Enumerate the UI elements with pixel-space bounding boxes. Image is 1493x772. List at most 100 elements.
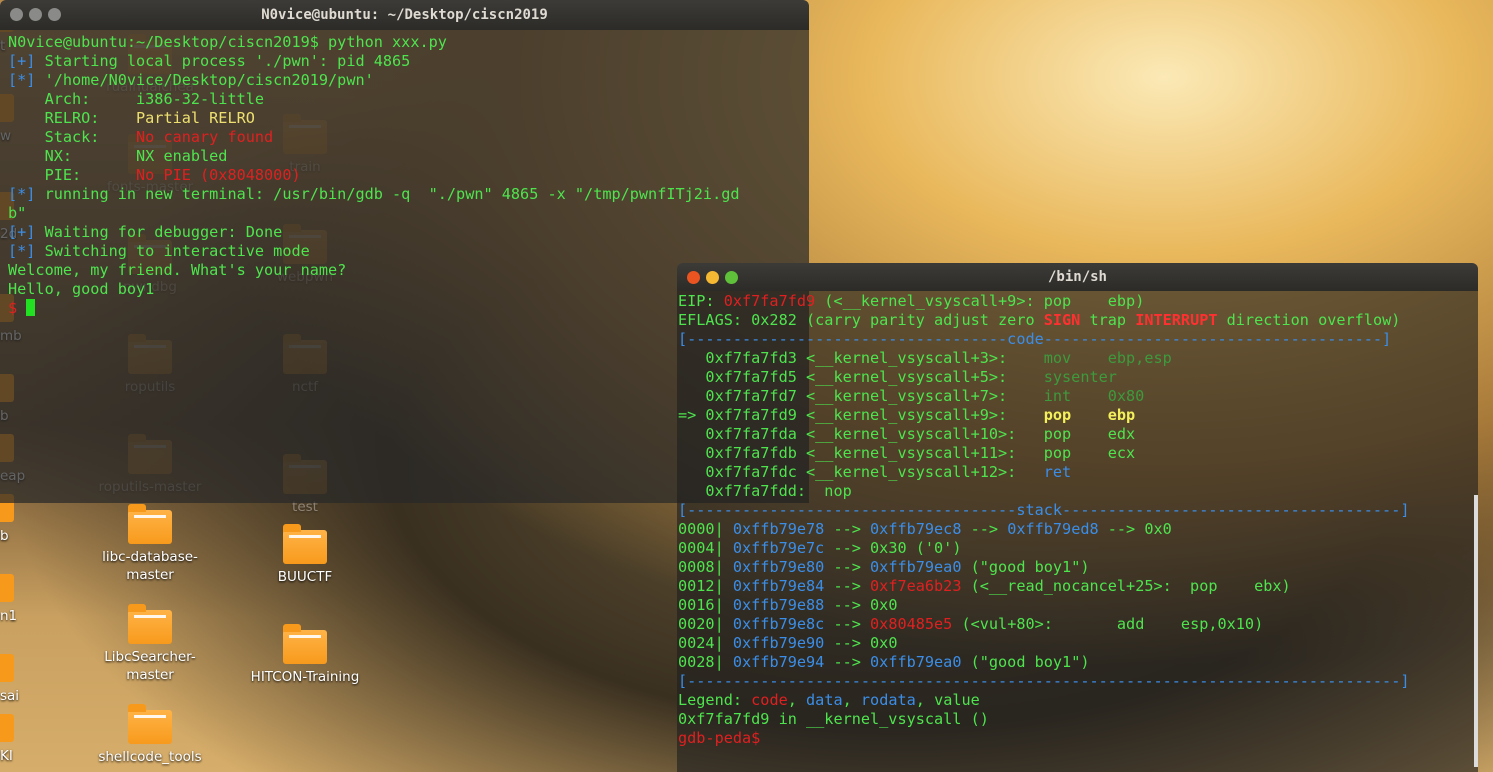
terminal-text: 0xf7fa7fd7 <__kernel_vsyscall+7>: bbox=[678, 387, 1044, 405]
terminal-text: NX: NX enabled bbox=[8, 147, 228, 165]
desktop-folder-icon[interactable]: shellcode_tools bbox=[85, 704, 215, 766]
terminal-line: 0004| 0xffb79e7c --> 0x30 ('0') bbox=[678, 539, 1478, 558]
close-button[interactable] bbox=[10, 8, 23, 21]
terminal-text: --> bbox=[824, 577, 871, 595]
terminal-text: N0vice@ubuntu:~/Desktop/ciscn2019$ pytho… bbox=[8, 33, 447, 51]
terminal-text: code bbox=[751, 691, 788, 709]
terminal-text: 0008| bbox=[678, 558, 733, 576]
terminal-line: NX: NX enabled bbox=[8, 147, 809, 166]
terminal-text: running in new terminal: /usr/bin/gdb -q… bbox=[35, 185, 740, 203]
folder-icon[interactable] bbox=[0, 714, 14, 742]
minimize-button[interactable] bbox=[706, 271, 719, 284]
terminal-line: b" bbox=[8, 204, 809, 223]
terminal-text: int 0x80 bbox=[1043, 387, 1145, 405]
folder-label: HITCON-Training bbox=[250, 669, 360, 685]
scrollbar[interactable] bbox=[1474, 495, 1478, 767]
desktop-folder-icon[interactable]: BUUCTF bbox=[240, 524, 370, 586]
gdb-output[interactable]: EIP: 0xf7fa7fd9 (<__kernel_vsyscall+9>: … bbox=[677, 291, 1478, 772]
terminal-text: --> 0x0 bbox=[1098, 520, 1172, 538]
terminal-text: --> 0x30 ('0') bbox=[824, 539, 962, 557]
terminal-line: Legend: code, data, rodata, value bbox=[678, 691, 1478, 710]
terminal-text: (<vul+80>: add esp,0x10) bbox=[952, 615, 1264, 633]
close-button[interactable] bbox=[687, 271, 700, 284]
terminal-text: [*] bbox=[8, 242, 36, 260]
desktop-folder-icon[interactable]: libc-database- master bbox=[85, 504, 215, 584]
terminal-text: RELRO: bbox=[8, 109, 137, 127]
terminal-line: 0xf7fa7fdd: nop bbox=[678, 482, 1478, 501]
terminal-text: 0x80485e5 bbox=[870, 615, 953, 633]
terminal-text: direction overflow) bbox=[1217, 311, 1401, 329]
maximize-button[interactable] bbox=[48, 8, 61, 21]
terminal-text: [*] bbox=[8, 71, 36, 89]
terminal-line: [*] '/home/N0vice/Desktop/ciscn2019/pwn' bbox=[8, 71, 809, 90]
folder-label: LibcSearcher- master bbox=[104, 649, 196, 683]
terminal-text: 0020| bbox=[678, 615, 733, 633]
terminal-line: 0xf7fa7fd3 <__kernel_vsyscall+3>: mov eb… bbox=[678, 349, 1478, 368]
terminal-titlebar[interactable]: /bin/sh bbox=[677, 263, 1478, 291]
terminal-line: 0008| 0xffb79e80 --> 0xffb79ea0 ("good b… bbox=[678, 558, 1478, 577]
terminal-text: 0xf7fa7fdd: nop bbox=[678, 482, 852, 500]
desktop-folder-icon[interactable]: LibcSearcher- master bbox=[85, 604, 215, 684]
folder-icon[interactable] bbox=[0, 574, 14, 602]
terminal-text: , bbox=[842, 691, 861, 709]
terminal-text: Switching to interactive mode bbox=[35, 242, 310, 260]
folder-label: n1 bbox=[0, 608, 18, 624]
terminal-text: 0xf7fa7fd5 <__kernel_vsyscall+5>: bbox=[678, 368, 1044, 386]
desktop-folder-icon[interactable]: HITCON-Training bbox=[240, 624, 370, 686]
minimize-button[interactable] bbox=[29, 8, 42, 21]
terminal-text: 0xf7fa7fd3 <__kernel_vsyscall+3>: bbox=[678, 349, 1044, 367]
folder-label: KI bbox=[0, 748, 13, 764]
terminal-text: Legend: bbox=[678, 691, 752, 709]
maximize-button[interactable] bbox=[725, 271, 738, 284]
terminal-text: pop ebp) bbox=[1034, 292, 1145, 310]
folder-icon[interactable] bbox=[0, 654, 14, 682]
terminal-text: 0xf7fa7fdc <__kernel_vsyscall+12>: bbox=[678, 463, 1044, 481]
terminal-text: Starting local process './pwn': pid 4865 bbox=[35, 52, 411, 70]
terminal-line: 0xf7fa7fdc <__kernel_vsyscall+12>: ret bbox=[678, 463, 1478, 482]
terminal-text: 0xffb79e80 bbox=[732, 558, 825, 576]
terminal-text: 0xffb79e84 bbox=[732, 577, 825, 595]
terminal-line: EIP: 0xf7fa7fd9 (<__kernel_vsyscall+9>: … bbox=[678, 292, 1478, 311]
terminal-text: [---------------------------------------… bbox=[678, 672, 1410, 690]
terminal-text: pop ebp bbox=[1043, 406, 1136, 424]
terminal-line: EFLAGS: 0x282 (carry parity adjust zero … bbox=[678, 311, 1478, 330]
window-title: /bin/sh bbox=[1047, 269, 1107, 285]
folder-icon bbox=[128, 704, 172, 744]
terminal-line: 0xf7fa7fdb <__kernel_vsyscall+11>: pop e… bbox=[678, 444, 1478, 463]
terminal-text: 0xffb79e90 bbox=[732, 634, 825, 652]
terminal-text: Welcome, my friend. What's your name? bbox=[8, 261, 347, 279]
terminal-line: 0028| 0xffb79e94 --> 0xffb79ea0 ("good b… bbox=[678, 653, 1478, 672]
folder-label: BUUCTF bbox=[277, 569, 333, 585]
terminal-text: '/home/N0vice/Desktop/ciscn2019/pwn' bbox=[35, 71, 374, 89]
terminal-text: sysenter bbox=[1043, 368, 1117, 386]
terminal-text: (<__kernel_vsyscall+9>: bbox=[815, 292, 1035, 310]
terminal-line: Arch: i386-32-little bbox=[8, 90, 809, 109]
terminal-text: --> 0x0 bbox=[824, 634, 898, 652]
terminal-text: 0xffb79ed8 bbox=[1007, 520, 1099, 538]
terminal-line: [*] Switching to interactive mode bbox=[8, 242, 809, 261]
terminal-text: trap bbox=[1080, 311, 1136, 329]
terminal-text: Stack: bbox=[8, 128, 137, 146]
terminal-window-gdb[interactable]: /bin/sh EIP: 0xf7fa7fd9 (<__kernel_vsysc… bbox=[677, 263, 1478, 772]
terminal-text: ("good boy1") bbox=[961, 558, 1090, 576]
terminal-text: Arch: i386-32-little bbox=[8, 90, 265, 108]
terminal-text: Waiting for debugger: Done bbox=[35, 223, 283, 241]
terminal-line: N0vice@ubuntu:~/Desktop/ciscn2019$ pytho… bbox=[8, 33, 809, 52]
terminal-titlebar[interactable]: N0vice@ubuntu: ~/Desktop/ciscn2019 bbox=[0, 0, 809, 30]
folder-label: shellcode_tools bbox=[98, 749, 202, 765]
terminal-text: 0004| bbox=[678, 539, 733, 557]
terminal-text: 0xf7fa7fd9 bbox=[723, 292, 816, 310]
terminal-text: 0012| bbox=[678, 577, 733, 595]
folder-label: libc-database- master bbox=[102, 549, 198, 583]
terminal-text: Partial RELRO bbox=[136, 109, 255, 127]
terminal-line: [*] running in new terminal: /usr/bin/gd… bbox=[8, 185, 809, 204]
terminal-text: INTERRUPT bbox=[1135, 311, 1218, 329]
terminal-line: 0xf7fa7fda <__kernel_vsyscall+10>: pop e… bbox=[678, 425, 1478, 444]
terminal-line: [------------------------------------sta… bbox=[678, 501, 1478, 520]
terminal-line: [+] Waiting for debugger: Done bbox=[8, 223, 809, 242]
terminal-text: Hello, good boy1 bbox=[8, 280, 155, 298]
terminal-line: 0xf7fa7fd9 in __kernel_vsyscall () bbox=[678, 710, 1478, 729]
terminal-text: 0xffb79e7c bbox=[732, 539, 825, 557]
terminal-text: ret bbox=[1043, 463, 1072, 481]
terminal-line: 0016| 0xffb79e88 --> 0x0 bbox=[678, 596, 1478, 615]
